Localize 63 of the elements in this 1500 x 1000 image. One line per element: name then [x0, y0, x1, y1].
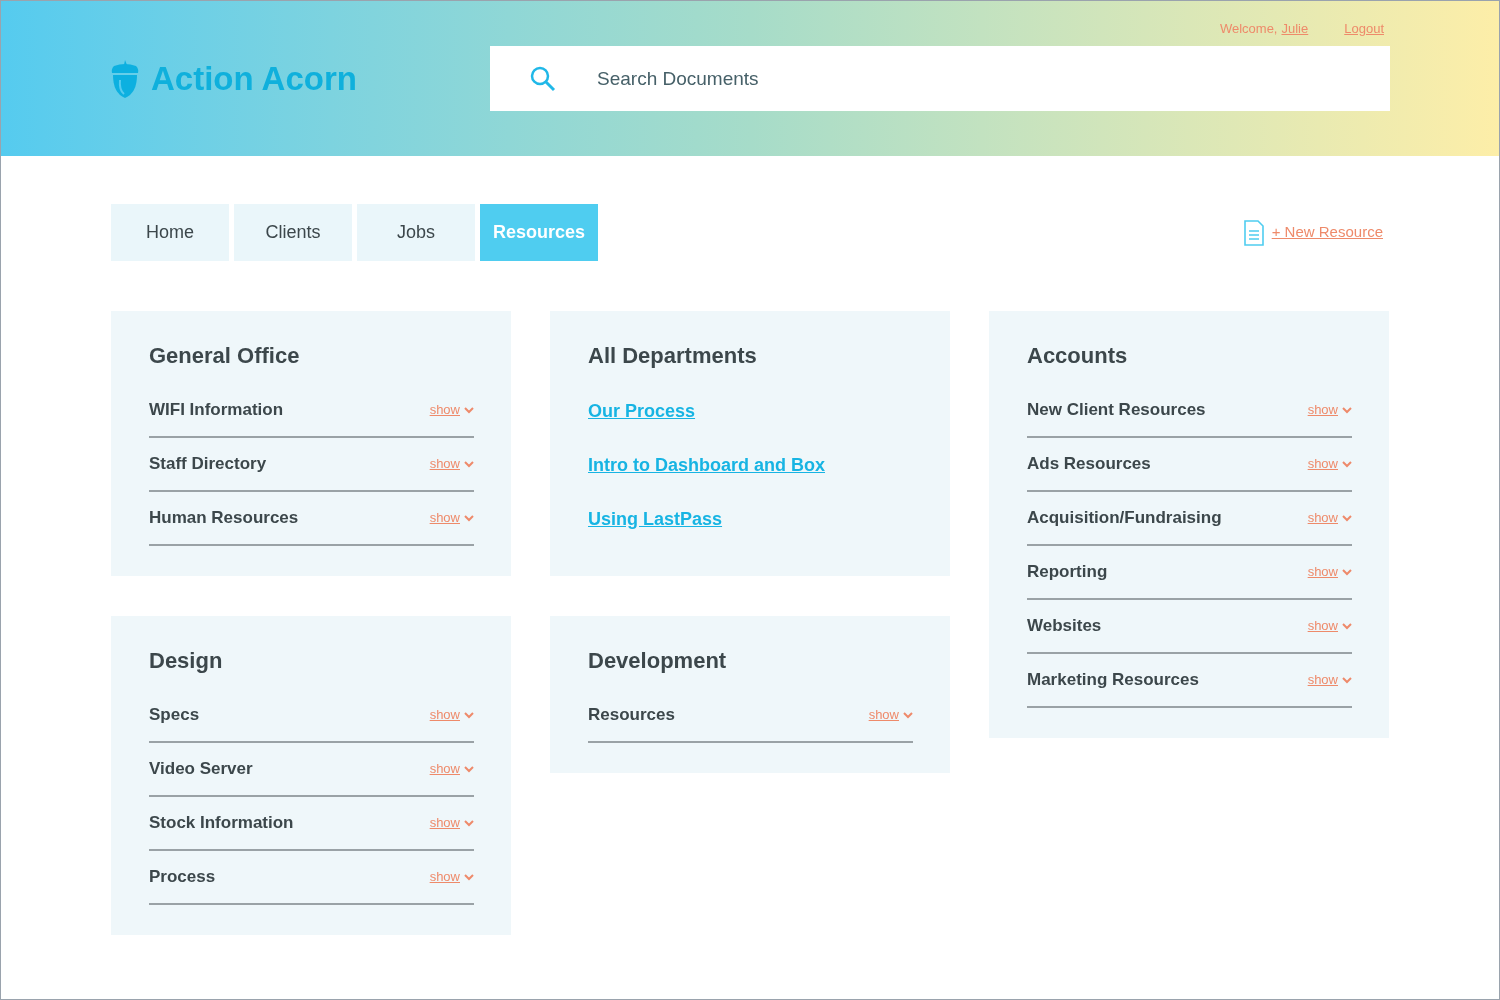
logout-link[interactable]: Logout — [1344, 19, 1384, 39]
chevron-down-icon — [1342, 622, 1352, 630]
show-toggle[interactable]: show — [429, 508, 474, 528]
show-toggle[interactable]: show — [429, 454, 474, 474]
search-icon — [530, 66, 556, 92]
resource-label: WIFI Information — [149, 399, 284, 422]
nav-tab[interactable]: Home — [111, 204, 229, 261]
show-toggle[interactable]: show — [1307, 616, 1352, 636]
resource-label: Websites — [1027, 615, 1102, 638]
show-toggle[interactable]: show — [868, 705, 913, 725]
chevron-down-icon — [1342, 568, 1352, 576]
resource-label: Ads Resources — [1027, 453, 1151, 476]
resource-label: Staff Directory — [149, 453, 267, 476]
chevron-down-icon — [464, 873, 474, 881]
chevron-down-icon — [1342, 676, 1352, 684]
show-toggle[interactable]: show — [1307, 508, 1352, 528]
logo-text: Action Acorn — [151, 58, 357, 99]
resource-label: Stock Information — [149, 812, 294, 835]
show-toggle[interactable]: show — [1307, 670, 1352, 690]
resource-label: Video Server — [149, 758, 253, 781]
chevron-down-icon — [1342, 514, 1352, 522]
resource-label: Process — [149, 866, 216, 889]
resource-label: New Client Resources — [1027, 399, 1206, 422]
user-link[interactable]: Julie — [1281, 19, 1309, 39]
show-toggle[interactable]: show — [429, 705, 474, 725]
card-title: Development — [588, 647, 728, 675]
chevron-down-icon — [464, 406, 474, 414]
nav-tab[interactable]: Resources — [480, 204, 598, 261]
resource-link[interactable]: Using LastPass — [588, 505, 723, 533]
show-toggle[interactable]: show — [429, 813, 474, 833]
new-resource-link[interactable]: + New Resource — [1271, 221, 1383, 244]
resource-label: Reporting — [1027, 561, 1108, 584]
show-toggle[interactable]: show — [1307, 400, 1352, 420]
resource-label: Resources — [588, 704, 675, 727]
resource-label: Human Resources — [149, 507, 299, 530]
card-title: Design — [149, 647, 224, 675]
document-icon — [1243, 219, 1264, 246]
resource-label: Acquisition/Fundraising — [1027, 507, 1222, 530]
search-field[interactable]: Search Documents — [490, 46, 1390, 111]
chevron-down-icon — [464, 765, 474, 773]
resource-label: Specs — [149, 704, 200, 727]
card-title: Accounts — [1027, 342, 1129, 370]
show-toggle[interactable]: show — [429, 759, 474, 779]
resource-link[interactable]: Our Process — [588, 397, 696, 425]
welcome-text: Welcome, — [1219, 20, 1278, 38]
resource-label: Marketing Resources — [1027, 669, 1199, 692]
show-toggle[interactable]: show — [429, 400, 474, 420]
chevron-down-icon — [464, 460, 474, 468]
chevron-down-icon — [903, 711, 913, 719]
acorn-icon — [111, 59, 139, 98]
card-title: General Office — [149, 342, 301, 370]
card-title: All Departments — [588, 342, 758, 370]
chevron-down-icon — [1342, 460, 1352, 468]
nav-tab[interactable]: Jobs — [357, 204, 475, 261]
chevron-down-icon — [464, 514, 474, 522]
chevron-down-icon — [464, 819, 474, 827]
show-toggle[interactable]: show — [1307, 454, 1352, 474]
chevron-down-icon — [1342, 406, 1352, 414]
chevron-down-icon — [464, 711, 474, 719]
show-toggle[interactable]: show — [1307, 562, 1352, 582]
nav-tab[interactable]: Clients — [234, 204, 352, 261]
resource-link[interactable]: Intro to Dashboard and Box — [588, 451, 825, 479]
show-toggle[interactable]: show — [429, 867, 474, 887]
